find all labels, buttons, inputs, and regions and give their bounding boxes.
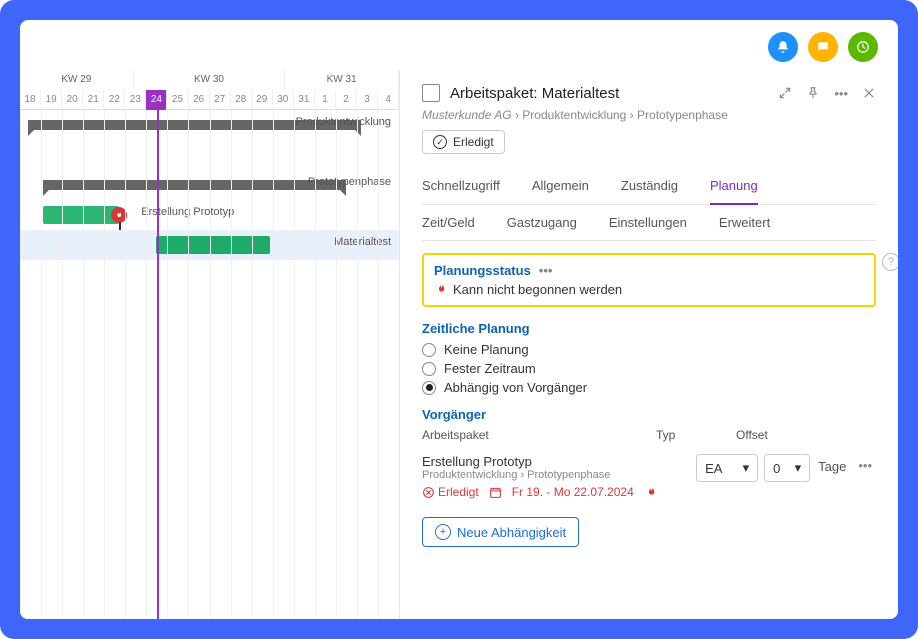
status-label: Planungsstatus xyxy=(434,263,531,278)
status-erledigt: Erledigt xyxy=(422,485,479,499)
plus-icon: + xyxy=(435,524,451,540)
tab-settings[interactable]: Einstellungen xyxy=(609,205,687,240)
week-label: KW 29 xyxy=(20,70,134,90)
day-cell: 30 xyxy=(273,90,294,110)
offset-input[interactable]: 0 ▾ xyxy=(764,454,810,482)
tabs-row-2: Zeit/Geld Gastzugang Einstellungen Erwei… xyxy=(422,205,876,241)
radio-icon xyxy=(422,343,436,357)
radio-option[interactable]: Keine Planung xyxy=(422,342,876,357)
day-cell: 1 xyxy=(315,90,336,110)
day-cell: 4 xyxy=(378,90,399,110)
schedule-section-title: Zeitliche Planung xyxy=(422,321,876,336)
predecessor-path: Produktentwicklung › Prototypenphase xyxy=(422,469,690,481)
radio-option[interactable]: Abhängig von Vorgänger xyxy=(422,380,876,395)
done-button[interactable]: ✓ Erledigt xyxy=(422,130,505,154)
tab-general[interactable]: Allgemein xyxy=(532,168,589,204)
day-cell: 31 xyxy=(294,90,315,110)
day-cell: 24 xyxy=(146,90,167,110)
day-cell: 25 xyxy=(167,90,188,110)
day-cell: 26 xyxy=(189,90,210,110)
row-more-icon[interactable]: ••• xyxy=(854,454,876,477)
top-icon-bar xyxy=(768,32,878,62)
flame-icon xyxy=(434,283,447,296)
radio-label: Fester Zeitraum xyxy=(444,361,536,376)
predecessor-section-title: Vorgänger xyxy=(422,407,876,422)
panel-title: Arbeitspaket: Materialtest xyxy=(450,85,619,102)
breadcrumb: Musterkunde AG › Produktentwicklung › Pr… xyxy=(422,108,876,122)
col-offset: Offset xyxy=(736,428,796,442)
planning-status-box: Planungsstatus ••• Kann nicht begonnen w… xyxy=(422,253,876,307)
calendar-icon xyxy=(489,486,502,499)
chevron-down-icon: ▾ xyxy=(795,460,802,476)
week-label: KW 30 xyxy=(134,70,286,90)
tab-responsible[interactable]: Zuständig xyxy=(621,168,678,204)
tab-quickaccess[interactable]: Schnellzugriff xyxy=(422,168,500,204)
radio-icon xyxy=(422,362,436,376)
chat-icon[interactable] xyxy=(808,32,838,62)
col-type: Typ xyxy=(656,428,736,442)
radio-label: Keine Planung xyxy=(444,342,529,357)
detail-panel: Arbeitspaket: Materialtest ••• xyxy=(400,70,898,619)
tab-guest[interactable]: Gastzugang xyxy=(507,205,577,240)
day-cell: 29 xyxy=(252,90,273,110)
clock-icon[interactable] xyxy=(848,32,878,62)
radio-option[interactable]: Fester Zeitraum xyxy=(422,361,876,376)
tab-advanced[interactable]: Erweitert xyxy=(719,205,770,240)
week-label: KW 31 xyxy=(285,70,399,90)
predecessor-row: Erstellung Prototyp Produktentwicklung ›… xyxy=(422,448,876,505)
col-name: Arbeitspaket xyxy=(422,428,656,442)
day-cell: 18 xyxy=(20,90,41,110)
day-cell: 19 xyxy=(41,90,62,110)
pin-icon[interactable] xyxy=(806,86,820,101)
help-icon[interactable]: ? xyxy=(882,253,898,271)
close-icon[interactable] xyxy=(862,86,876,101)
day-cell: 2 xyxy=(336,90,357,110)
day-cell: 22 xyxy=(104,90,125,110)
offset-unit: Tage xyxy=(816,454,848,479)
more-icon[interactable]: ••• xyxy=(539,263,553,278)
chevron-down-icon: ▾ xyxy=(743,460,750,476)
radio-label: Abhängig von Vorgänger xyxy=(444,380,587,395)
tabs-row-1: Schnellzugriff Allgemein Zuständig Planu… xyxy=(422,168,876,205)
bell-icon[interactable] xyxy=(768,32,798,62)
day-cell: 3 xyxy=(357,90,378,110)
check-icon: ✓ xyxy=(433,135,447,149)
expand-icon[interactable] xyxy=(778,86,792,101)
day-cell: 23 xyxy=(125,90,146,110)
more-icon[interactable]: ••• xyxy=(834,86,848,101)
type-select[interactable]: EA ▾ xyxy=(696,454,758,482)
tab-time-money[interactable]: Zeit/Geld xyxy=(422,205,475,240)
gantt-chart: KW 29 KW 30 KW 31 1819202122232425262728… xyxy=(20,70,400,619)
day-cell: 27 xyxy=(210,90,231,110)
add-dependency-button[interactable]: + Neue Abhängigkeit xyxy=(422,517,579,547)
gantt-row-label: Produktentwicklung xyxy=(296,116,391,128)
day-cell: 28 xyxy=(231,90,252,110)
predecessor-name[interactable]: Erstellung Prototyp xyxy=(422,454,690,469)
gantt-row-label: Materialtest xyxy=(334,236,391,248)
workpackage-icon xyxy=(422,84,440,102)
day-cell: 21 xyxy=(83,90,104,110)
flame-icon xyxy=(644,486,657,499)
status-value: Kann nicht begonnen werden xyxy=(453,282,622,297)
radio-icon xyxy=(422,381,436,395)
date-range: Fr 19. - Mo 22.07.2024 xyxy=(512,485,634,499)
tab-planning[interactable]: Planung xyxy=(710,168,758,205)
day-cell: 20 xyxy=(62,90,83,110)
